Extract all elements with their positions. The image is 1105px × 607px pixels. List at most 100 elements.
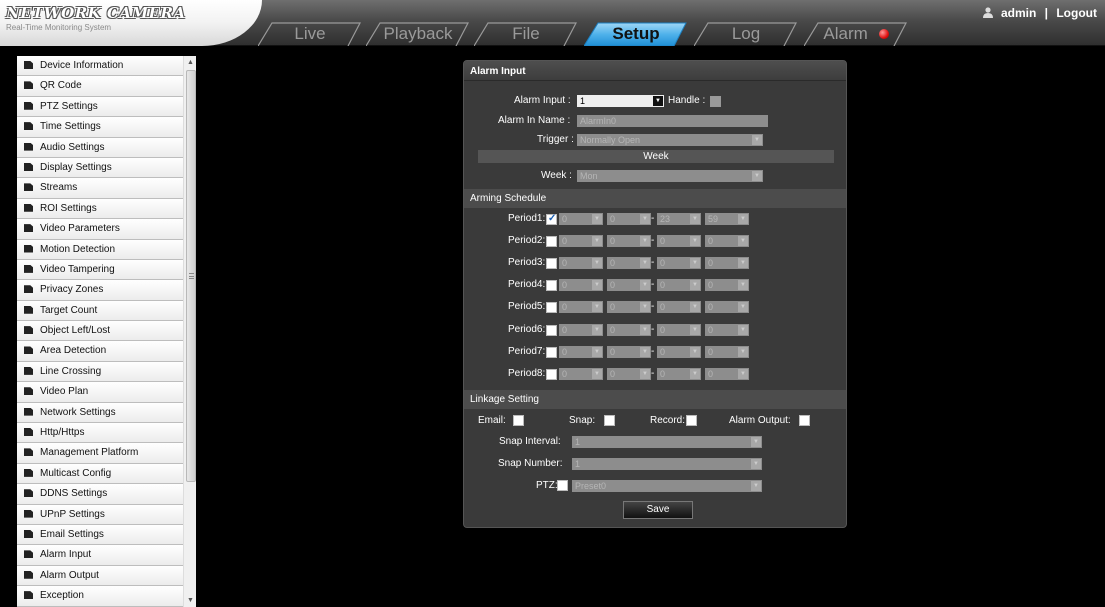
period-3-start-m-select[interactable]: 0 ▼ <box>607 257 651 269</box>
period-3-checkbox[interactable] <box>546 258 557 269</box>
record-checkbox[interactable] <box>686 415 697 426</box>
sidebar-item-alarm-input[interactable]: Alarm Input <box>17 545 183 566</box>
snap-checkbox[interactable] <box>604 415 615 426</box>
handle-checkbox[interactable] <box>710 96 721 107</box>
period-3-start-h-select[interactable]: 0 ▼ <box>559 257 603 269</box>
sidebar-item-network-settings[interactable]: Network Settings <box>17 402 183 424</box>
period-5-checkbox[interactable] <box>546 302 557 313</box>
period-8-start-h-select[interactable]: 0 ▼ <box>559 368 603 380</box>
sidebar-item-email-settings[interactable]: Email Settings <box>17 524 183 546</box>
sidebar-item-video-plan[interactable]: Video Plan <box>17 382 183 403</box>
period-2-end-h-select[interactable]: 0 ▼ <box>657 235 701 247</box>
sidebar-scrollbar[interactable]: ▲ ▼ <box>183 56 196 607</box>
sidebar-item-qr-code[interactable]: QR Code <box>17 76 183 97</box>
period-5-start-m-select[interactable]: 0 ▼ <box>607 301 651 313</box>
scroll-up-arrow-icon[interactable]: ▲ <box>184 56 196 69</box>
sidebar-item-ptz-settings[interactable]: PTZ Settings <box>17 96 183 118</box>
period-1-start-m-select[interactable]: 0 ▼ <box>607 213 651 225</box>
period-time-value: 0 <box>660 258 666 268</box>
sidebar-item-ddns-settings[interactable]: DDNS Settings <box>17 484 183 505</box>
period-5-end-h-select[interactable]: 0 ▼ <box>657 301 701 313</box>
tab-playback[interactable]: Playback <box>366 22 470 46</box>
period-4-end-m-select[interactable]: 0 ▼ <box>705 279 749 291</box>
period-2-start-h-select[interactable]: 0 ▼ <box>559 235 603 247</box>
sidebar-item-device-information[interactable]: Device Information <box>17 56 183 77</box>
period-2-start-m-select[interactable]: 0 ▼ <box>607 235 651 247</box>
period-1-checkbox[interactable] <box>546 213 557 225</box>
snap-number-select[interactable]: 1 ▼ <box>572 458 762 470</box>
tab-live[interactable]: Live <box>258 22 362 46</box>
period-3-end-h-select[interactable]: 0 ▼ <box>657 257 701 269</box>
sidebar-item-management-platform[interactable]: Management Platform <box>17 443 183 464</box>
sidebar-item-video-tampering[interactable]: Video Tampering <box>17 259 183 281</box>
period-6-checkbox[interactable] <box>546 325 557 336</box>
logout-link[interactable]: Logout <box>1056 6 1097 20</box>
sidebar-item-multicast-config[interactable]: Multicast Config <box>17 463 183 485</box>
document-icon <box>24 366 33 375</box>
trigger-select[interactable]: Normally Open ▼ <box>577 134 763 146</box>
period-time-value: 0 <box>660 280 666 290</box>
document-icon <box>24 529 33 538</box>
period-5-start-h-select[interactable]: 0 ▼ <box>559 301 603 313</box>
sidebar-item-audio-settings[interactable]: Audio Settings <box>17 137 183 158</box>
sidebar-item-time-settings[interactable]: Time Settings <box>17 117 183 138</box>
tab-file[interactable]: File <box>474 22 578 46</box>
save-button[interactable]: Save <box>623 501 693 519</box>
period-1-end-h-select[interactable]: 23 ▼ <box>657 213 701 225</box>
sidebar-item-object-left-lost[interactable]: Object Left/Lost <box>17 321 183 342</box>
period-8-end-h-select[interactable]: 0 ▼ <box>657 368 701 380</box>
period-1-end-m-select[interactable]: 59 ▼ <box>705 213 749 225</box>
period-7-start-m-select[interactable]: 0 ▼ <box>607 346 651 358</box>
period-5-end-m-select[interactable]: 0 ▼ <box>705 301 749 313</box>
sidebar-item-line-crossing[interactable]: Line Crossing <box>17 361 183 383</box>
sidebar-item-upnp-settings[interactable]: UPnP Settings <box>17 504 183 525</box>
sidebar-item-http-https[interactable]: Http/Https <box>17 423 183 444</box>
sidebar-item-roi-settings[interactable]: ROI Settings <box>17 198 183 220</box>
ptz-checkbox[interactable] <box>557 480 568 491</box>
sidebar-item-target-count[interactable]: Target Count <box>17 300 183 322</box>
scroll-thumb[interactable] <box>186 70 196 482</box>
period-6-end-h-select[interactable]: 0 ▼ <box>657 324 701 336</box>
sidebar-item-video-parameters[interactable]: Video Parameters <box>17 219 183 240</box>
sidebar-item-alarm-output[interactable]: Alarm Output <box>17 565 183 587</box>
alarm-output-checkbox[interactable] <box>799 415 810 426</box>
sidebar-item-display-settings[interactable]: Display Settings <box>17 157 183 179</box>
email-checkbox[interactable] <box>513 415 524 426</box>
user-separator: | <box>1044 6 1048 20</box>
period-4-checkbox[interactable] <box>546 280 557 291</box>
period-3-end-m-select[interactable]: 0 ▼ <box>705 257 749 269</box>
period-6-start-m-select[interactable]: 0 ▼ <box>607 324 651 336</box>
period-6-end-m-select[interactable]: 0 ▼ <box>705 324 749 336</box>
ptz-preset-select[interactable]: Preset0 ▼ <box>572 480 762 492</box>
period-7-end-m-select[interactable]: 0 ▼ <box>705 346 749 358</box>
period-8-checkbox[interactable] <box>546 369 557 380</box>
period-time-value: 0 <box>562 258 568 268</box>
sidebar-item-privacy-zones[interactable]: Privacy Zones <box>17 280 183 301</box>
alarm-input-select[interactable]: 1 ▼ <box>577 95 664 107</box>
alarm-in-name-input[interactable]: AlarmIn0 <box>577 115 768 127</box>
sidebar-item-motion-detection[interactable]: Motion Detection <box>17 239 183 260</box>
period-4-end-h-select[interactable]: 0 ▼ <box>657 279 701 291</box>
ptz-label: PTZ: <box>536 480 558 491</box>
period-1-start-h-select[interactable]: 0 ▼ <box>559 213 603 225</box>
period-8-start-m-select[interactable]: 0 ▼ <box>607 368 651 380</box>
scroll-down-arrow-icon[interactable]: ▼ <box>184 594 196 607</box>
sidebar-item-exception[interactable]: Exception <box>17 586 183 607</box>
tab-log[interactable]: Log <box>694 22 798 46</box>
sidebar-item-streams[interactable]: Streams <box>17 178 183 199</box>
sidebar-item-area-detection[interactable]: Area Detection <box>17 341 183 362</box>
period-2-checkbox[interactable] <box>546 236 557 247</box>
period-4-start-m-select[interactable]: 0 ▼ <box>607 279 651 291</box>
period-8-end-m-select[interactable]: 0 ▼ <box>705 368 749 380</box>
sidebar-item-label: Display Settings <box>40 161 112 173</box>
tab-alarm[interactable]: Alarm <box>804 22 908 46</box>
period-7-end-h-select[interactable]: 0 ▼ <box>657 346 701 358</box>
period-2-end-m-select[interactable]: 0 ▼ <box>705 235 749 247</box>
period-7-start-h-select[interactable]: 0 ▼ <box>559 346 603 358</box>
snap-interval-select[interactable]: 1 ▼ <box>572 436 762 448</box>
period-4-start-h-select[interactable]: 0 ▼ <box>559 279 603 291</box>
period-6-start-h-select[interactable]: 0 ▼ <box>559 324 603 336</box>
tab-setup[interactable]: Setup <box>584 22 688 46</box>
week-select[interactable]: Mon ▼ <box>577 170 763 182</box>
period-7-checkbox[interactable] <box>546 347 557 358</box>
